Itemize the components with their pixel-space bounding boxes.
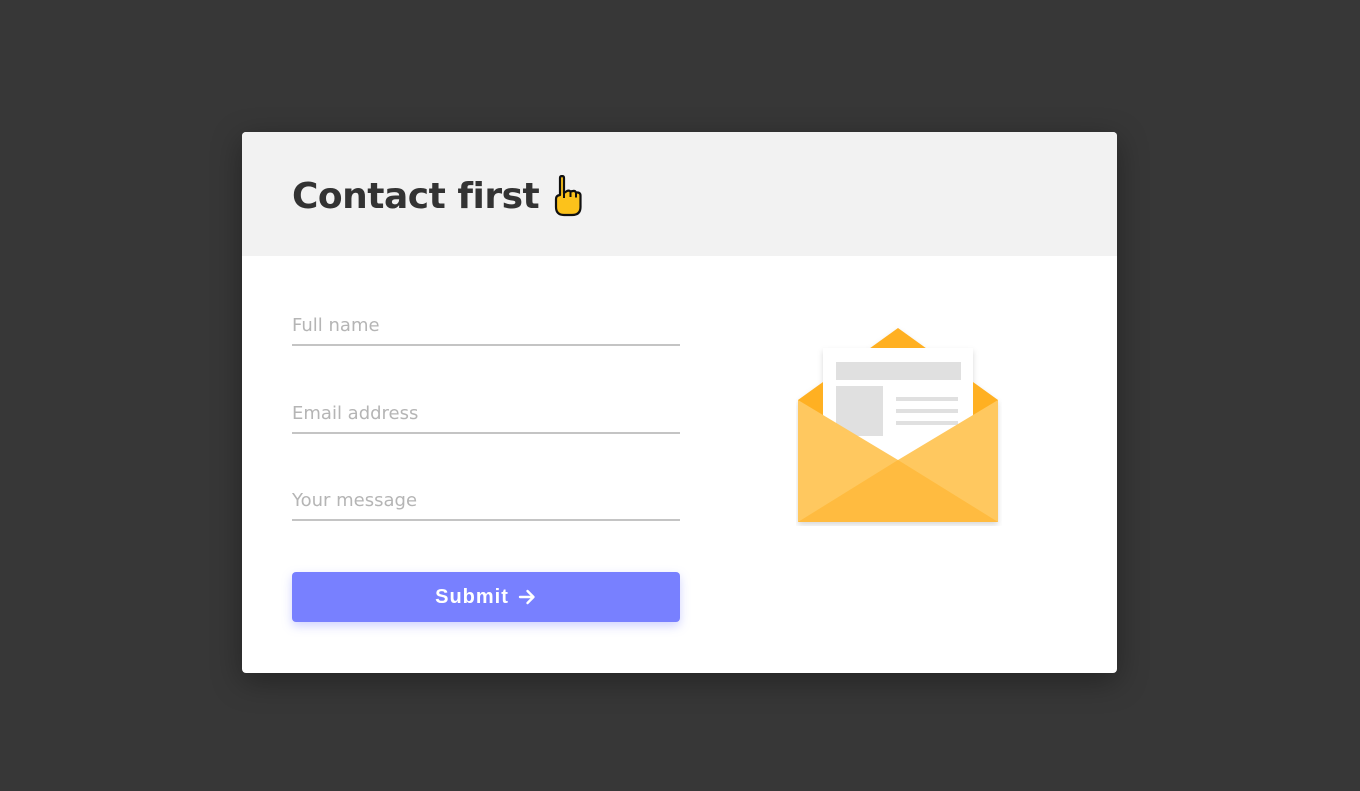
contact-card: Contact first Submit [242, 132, 1117, 673]
email-input[interactable] [292, 400, 680, 432]
submit-button[interactable]: Submit [292, 572, 680, 622]
message-input[interactable] [292, 487, 680, 519]
card-header: Contact first [242, 132, 1117, 256]
arrow-right-icon [517, 587, 537, 607]
message-field-wrapper [292, 487, 680, 521]
email-field-wrapper [292, 400, 680, 434]
open-envelope-illustration [796, 326, 1002, 526]
card-body: Submit [242, 256, 1117, 673]
full-name-input[interactable] [292, 312, 680, 344]
page-title-text: Contact first [292, 175, 540, 217]
submit-button-label: Submit [435, 585, 509, 608]
full-name-field-wrapper [292, 312, 680, 346]
page-title: Contact first [292, 171, 583, 217]
pointing-up-hand-icon [551, 174, 583, 217]
